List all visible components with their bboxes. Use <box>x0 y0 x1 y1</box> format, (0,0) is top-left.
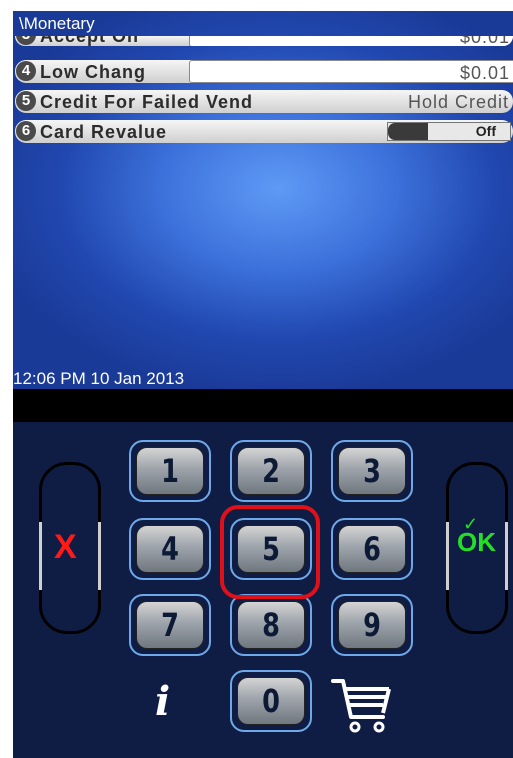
row-label: Credit For Failed Vend <box>40 92 254 112</box>
key-3[interactable]: 3 <box>331 440 413 502</box>
ok-label: OK <box>457 527 496 557</box>
screen-title: \Monetary <box>19 14 95 33</box>
row-value: Hold Credit <box>407 92 509 112</box>
info-icon[interactable]: i <box>155 682 170 722</box>
keypad-panel: X ✓ OK 1 2 3 4 5 6 7 8 9 0 i <box>13 422 513 758</box>
cart-icon[interactable] <box>331 677 393 735</box>
menu-row-card-revalue[interactable]: 6 Card Revalue Off <box>15 120 513 143</box>
key-7[interactable]: 7 <box>129 594 211 656</box>
key-digit: 8 <box>262 606 280 644</box>
row-value: $0.01 <box>459 36 510 46</box>
row-number-badge: 4 <box>16 61 36 81</box>
key-2[interactable]: 2 <box>230 440 312 502</box>
menu-row-credit-failed-vend[interactable]: 5 Credit For Failed Vend Hold Credit <box>15 90 513 113</box>
menu-row-low-change[interactable]: 4 Low Chang $0.01 <box>15 60 513 83</box>
ok-button[interactable]: ✓ OK <box>446 462 508 634</box>
clock: 12:06 PM 10 Jan 2013 <box>13 369 185 388</box>
row-label: Low Chang <box>40 62 146 82</box>
key-digit: 0 <box>262 682 280 720</box>
cancel-bar-left <box>39 522 42 590</box>
key-digit: 6 <box>363 530 381 568</box>
cancel-x-icon: X <box>54 528 77 566</box>
card-revalue-toggle[interactable]: Off <box>387 122 511 141</box>
key-6[interactable]: 6 <box>331 518 413 580</box>
ok-bar-left <box>446 522 449 590</box>
key-1[interactable]: 1 <box>129 440 211 502</box>
display-screen: \Monetary 3 Accept On $0.01 4 Low Chang … <box>13 11 513 389</box>
key-0[interactable]: 0 <box>230 670 312 732</box>
key-digit: 4 <box>161 530 179 568</box>
cancel-bar-right <box>98 522 101 590</box>
row-label: Card Revalue <box>40 122 168 142</box>
menu-row-accept-on[interactable]: 3 Accept On $0.01 <box>15 36 513 46</box>
divider-strip <box>13 389 513 422</box>
key-digit: 7 <box>161 606 179 644</box>
row-value-field[interactable]: $0.01 <box>189 36 513 46</box>
key-digit: 3 <box>363 452 381 490</box>
row-label: Accept On <box>40 36 140 46</box>
toggle-state: Off <box>475 123 496 139</box>
key-digit: 2 <box>262 452 280 490</box>
key-4[interactable]: 4 <box>129 518 211 580</box>
ok-bar-right <box>505 522 508 590</box>
key-digit: 1 <box>161 452 179 490</box>
key-9[interactable]: 9 <box>331 594 413 656</box>
row-number-badge: 6 <box>16 121 36 141</box>
key-8[interactable]: 8 <box>230 594 312 656</box>
toggle-knob <box>388 123 428 140</box>
cancel-button[interactable]: X <box>39 462 101 634</box>
row-value-field[interactable]: $0.01 <box>189 60 513 83</box>
row-value: $0.01 <box>459 63 510 83</box>
row-number-badge: 3 <box>16 36 36 45</box>
key-digit: 9 <box>363 606 381 644</box>
row-number-badge: 5 <box>16 91 36 111</box>
key-5-highlight <box>220 505 320 599</box>
